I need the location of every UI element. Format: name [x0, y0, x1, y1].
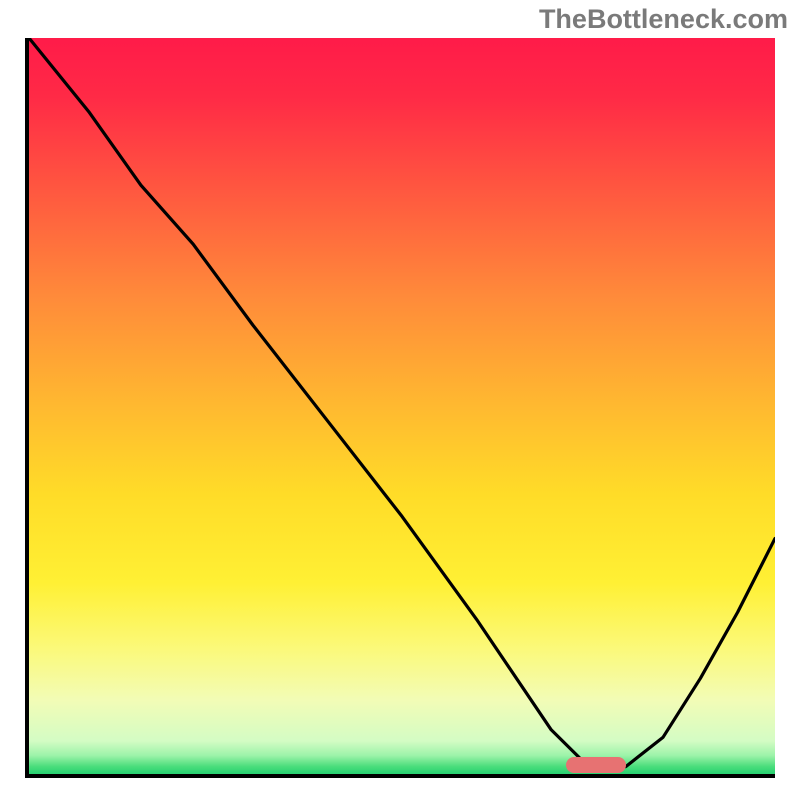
- watermark-text: TheBottleneck.com: [539, 4, 788, 35]
- plot-area: [29, 38, 775, 774]
- optimal-range-marker: [566, 757, 626, 773]
- gradient-background: [29, 38, 775, 774]
- chart-stage: TheBottleneck.com: [0, 0, 800, 800]
- plot-gradient-panel: [29, 38, 775, 774]
- plot-axes: [25, 38, 775, 778]
